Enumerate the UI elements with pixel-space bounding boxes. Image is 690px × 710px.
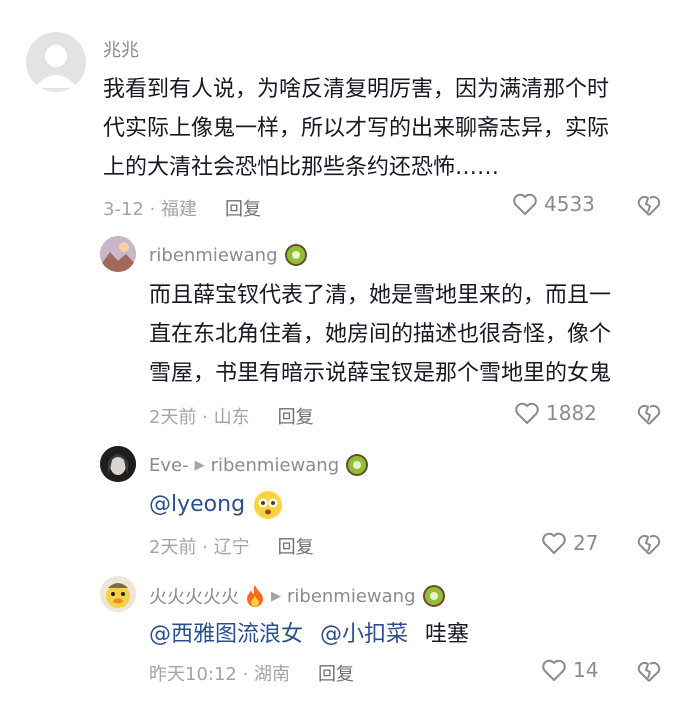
comment-text: 我看到有人说，为啥反清复明厉害，因为满清那个时 代实际上像鬼一样，所以才写的出来… [103,70,673,187]
avatar[interactable] [100,576,136,612]
comment-line: 代实际上像鬼一样，所以才写的出来聊斋志异，实际 [103,116,610,141]
like-count: 1882 [546,401,597,425]
comment-trailing-text: 哇塞 [425,622,470,647]
date-location: 昨天10:12 · 湖南 [149,664,291,685]
username-text: Eve- [149,454,189,476]
reply-arrow-icon: ▶ [271,588,281,604]
comment-meta: 2天前 · 山东 回复 [149,403,314,429]
like-count: 27 [573,531,599,555]
kiwi-icon [284,244,307,266]
avatar[interactable] [26,32,86,92]
default-avatar-icon [34,45,78,88]
comment-meta: 2天前 · 辽宁 回复 [149,533,314,559]
date-location: 3-12 · 福建 [103,199,198,220]
reply-button[interactable]: 回复 [318,660,354,686]
mention-link[interactable]: @小扣菜 [320,622,408,647]
reply-button[interactable]: 回复 [278,533,314,559]
like-button[interactable]: 27 [541,531,598,555]
avatar[interactable] [100,236,136,272]
like-button[interactable]: 1882 [514,401,597,425]
dislike-button[interactable] [636,532,662,560]
comment-2: ribenmiewang 而且薛宝钗代表了清，她是雪地里来的，而且一 直在东北角… [0,230,690,440]
username-text: ribenmiewang [149,244,278,266]
fire-icon [247,585,263,607]
heart-icon [515,402,539,424]
comment-line: 上的大清社会恐怕比那些条约还恐怖…… [103,155,500,180]
reply-to-username[interactable]: ribenmiewang [211,455,340,476]
comment-4: 火火火火火 ▶ ribenmiewang @西雅图流浪女 @小扣菜 哇塞 昨天1… [0,570,690,710]
username[interactable]: 火火火火火 ▶ ribenmiewang [149,583,446,609]
duck-avatar-icon [100,576,136,612]
username-text: 火火火火火 [149,587,239,608]
comment-text: @西雅图流浪女 @小扣菜 哇塞 [149,615,669,654]
broken-heart-icon [637,661,661,682]
username-text: 兆兆 [103,40,139,61]
comment-line: 雪屋，书里有暗示说薛宝钗是那个雪地里的女鬼 [149,361,612,386]
portrait-avatar-icon [100,446,136,482]
comment-line: 而且薛宝钗代表了清，她是雪地里来的，而且一 [149,283,612,308]
reply-arrow-icon: ▶ [194,457,205,473]
comment-text: @lyeong [149,485,669,524]
username[interactable]: ribenmiewang [149,243,308,267]
dislike-button[interactable] [636,402,662,430]
landscape-avatar-icon [100,236,136,272]
comment-meta: 昨天10:12 · 湖南 回复 [149,660,354,686]
mention-link[interactable]: @西雅图流浪女 [149,622,303,647]
like-button[interactable]: 4533 [512,192,595,216]
date-location: 2天前 · 辽宁 [149,537,250,558]
avatar[interactable] [100,446,136,482]
dislike-button[interactable] [636,193,662,221]
like-count: 4533 [544,192,595,216]
heart-icon [513,193,537,215]
kiwi-icon [346,454,369,476]
kiwi-icon [422,585,445,607]
broken-heart-icon [637,404,661,425]
comment-line: 直在东北角住着，她房间的描述也很奇怪，像个 [149,322,612,347]
date-location: 2天前 · 山东 [149,407,250,428]
reply-button[interactable]: 回复 [225,195,261,221]
flushed-face-icon [254,490,283,519]
broken-heart-icon [637,534,661,555]
comment-text: 而且薛宝钗代表了清，她是雪地里来的，而且一 直在东北角住着，她房间的描述也很奇怪… [149,276,679,393]
comment-1: 兆兆 我看到有人说，为啥反清复明厉害，因为满清那个时 代实际上像鬼一样，所以才写… [0,0,690,230]
heart-icon [542,659,566,681]
comment-3: Eve- ▶ ribenmiewang @lyeong 2天前 · 辽宁 回复 … [0,440,690,570]
username[interactable]: Eve- ▶ ribenmiewang [149,453,369,477]
comment-line: 我看到有人说，为啥反清复明厉害，因为满清那个时 [103,77,610,102]
reply-button[interactable]: 回复 [278,403,314,429]
dislike-button[interactable] [636,659,662,687]
like-count: 14 [573,658,599,682]
like-button[interactable]: 14 [541,658,598,682]
mention-link[interactable]: @lyeong [149,485,245,524]
heart-icon [542,532,566,554]
reply-to-username[interactable]: ribenmiewang [287,586,416,607]
username[interactable]: 兆兆 [103,36,139,62]
comment-meta: 3-12 · 福建 回复 [103,195,261,221]
broken-heart-icon [637,195,661,216]
